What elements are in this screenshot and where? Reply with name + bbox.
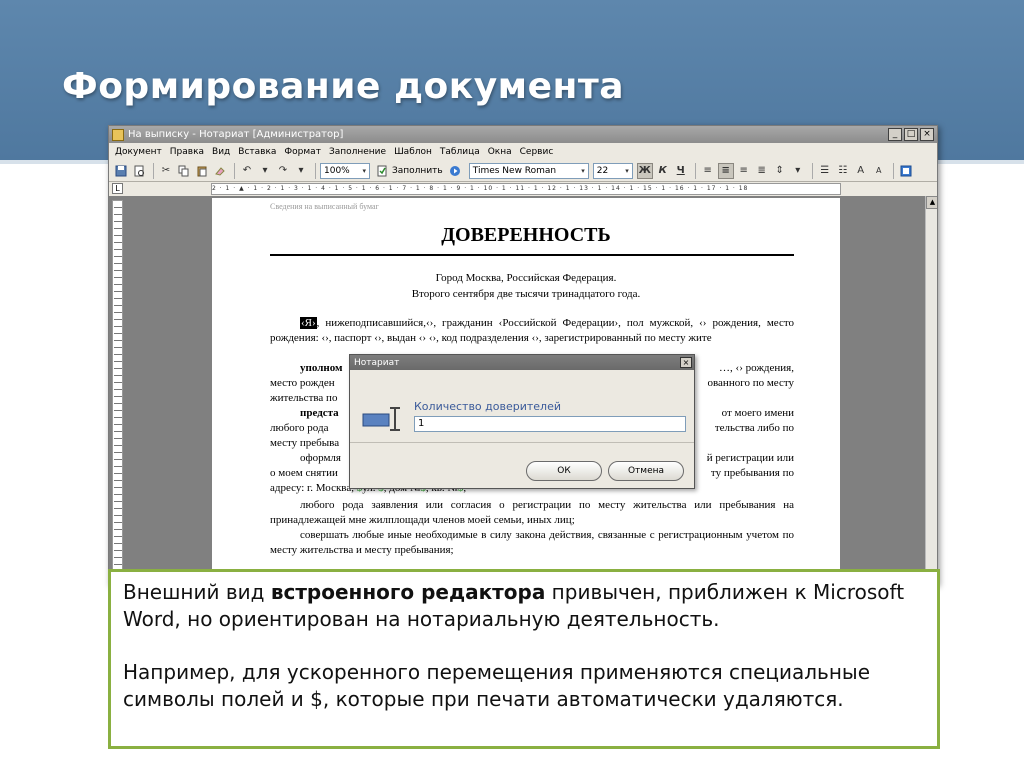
app-window: На выписку - Нотариат [Администратор] _ … [108, 125, 938, 585]
selected-field-marker[interactable]: ‹Я› [300, 317, 317, 329]
menu-format[interactable]: Формат [284, 147, 321, 157]
bold-button[interactable]: Ж [636, 162, 653, 179]
document-title-rule [270, 254, 794, 256]
window-titlebar[interactable]: На выписку - Нотариат [Администратор] _ … [109, 126, 937, 143]
toolbar-separator [892, 162, 894, 179]
caption-paragraph-2: Например, для ускоренного перемещения пр… [123, 660, 871, 711]
align-right-icon[interactable]: ≡ [736, 163, 752, 179]
menu-table[interactable]: Таблица [440, 147, 480, 157]
vertical-ruler[interactable] [112, 200, 123, 584]
print-preview-icon[interactable] [131, 163, 147, 179]
font-shrink-icon[interactable]: A [871, 163, 887, 179]
window-title: На выписку - Нотариат [Администратор] [128, 129, 344, 140]
vertical-scrollbar[interactable]: ▲ [925, 196, 937, 584]
chevron-down-icon: ▾ [625, 166, 629, 175]
numbered-list-icon[interactable]: ☷ [835, 163, 851, 179]
toolbar: ✂ ↶ ▾ ↷ ▾ 100% ▾ Заполнить Times New Rom… [109, 160, 937, 182]
app-icon [112, 128, 124, 141]
align-left-icon[interactable]: ≡ [700, 163, 716, 179]
dialog-titlebar[interactable]: Нотариат × [350, 355, 694, 370]
menu-windows[interactable]: Окна [488, 147, 512, 157]
document-paragraph-1-text: , нижеподписавшийся,‹›, гражданин ‹Росси… [270, 317, 794, 344]
font-name-value: Times New Roman [472, 165, 557, 176]
zoom-select[interactable]: 100% ▾ [320, 162, 370, 179]
slide: Формирование документа На выписку - Нота… [0, 0, 1024, 768]
copy-icon[interactable] [176, 163, 192, 179]
play-icon[interactable] [447, 163, 463, 179]
document-city-line: Город Москва, Российская Федерация. [435, 272, 617, 284]
menu-view[interactable]: Вид [212, 147, 230, 157]
chevron-down-icon: ▾ [581, 166, 585, 175]
caption-text: Внешний вид [123, 580, 271, 604]
document-hint: Сведения на выписанный бумаг [270, 202, 379, 211]
trustor-count-input[interactable]: 1 [414, 416, 686, 432]
save-icon[interactable] [113, 163, 129, 179]
caption-box: Внешний вид встроенного редактора привыч… [108, 569, 940, 749]
menu-fill[interactable]: Заполнение [329, 147, 386, 157]
paste-icon[interactable] [194, 163, 210, 179]
chevron-down-icon[interactable]: ▾ [790, 163, 806, 179]
font-name-select[interactable]: Times New Roman ▾ [468, 162, 589, 179]
slide-title: Формирование документа [62, 66, 625, 107]
dialog-divider [350, 442, 694, 443]
redo-icon[interactable]: ↷ [275, 163, 291, 179]
zoom-value: 100% [324, 165, 350, 176]
dialog-close-button[interactable]: × [680, 357, 692, 368]
text-input-icon [362, 407, 400, 431]
dialog-title: Нотариат [354, 357, 400, 368]
menubar: Документ Правка Вид Вставка Формат Запол… [109, 143, 937, 160]
menu-template[interactable]: Шаблон [394, 147, 432, 157]
menu-edit[interactable]: Правка [170, 147, 204, 157]
ruler-row: L 2 · 1 · ▲ · 1 · 2 · 1 · 3 · 1 · 4 · 1 … [109, 182, 937, 196]
cancel-button[interactable]: Отмена [608, 461, 684, 481]
font-grow-icon[interactable]: A [853, 163, 869, 179]
minimize-button[interactable]: _ [888, 128, 902, 141]
chevron-down-icon[interactable]: ▾ [293, 163, 309, 179]
menu-document[interactable]: Документ [115, 147, 162, 157]
font-size-value: 22 [596, 165, 609, 176]
toolbar-separator [694, 162, 696, 179]
address-prefix: адресу: г. Москва, [270, 482, 354, 494]
document-date-line: Второго сентября две тысячи тринадцатого… [411, 288, 641, 300]
document-paragraph-6: совершать любые иные необходимые в силу … [270, 529, 794, 556]
menu-service[interactable]: Сервис [520, 147, 554, 157]
chevron-down-icon: ▾ [362, 166, 366, 175]
bullet-list-icon[interactable]: ☰ [817, 163, 833, 179]
font-size-select[interactable]: 22 ▾ [592, 162, 633, 179]
toolbar-separator [153, 162, 154, 179]
scroll-up-icon[interactable]: ▲ [926, 196, 937, 209]
menu-insert[interactable]: Вставка [238, 147, 276, 157]
horizontal-ruler[interactable]: 2 · 1 · ▲ · 1 · 2 · 1 · 3 · 1 · 4 · 1 · … [211, 183, 841, 195]
chevron-down-icon[interactable]: ▾ [257, 163, 273, 179]
align-justify-icon[interactable]: ≣ [754, 163, 770, 179]
fill-icon[interactable] [374, 163, 390, 179]
caption-paragraph-1: Внешний вид встроенного редактора привыч… [123, 579, 925, 633]
toolbar-separator [234, 162, 235, 179]
underline-button[interactable]: Ч [673, 163, 689, 179]
toolbar-separator [315, 162, 316, 179]
document-paragraph-5: любого рода заявления или согласия о рег… [270, 499, 794, 526]
toolbar-separator [811, 162, 813, 179]
properties-icon[interactable] [898, 163, 914, 179]
cut-icon[interactable]: ✂ [158, 163, 174, 179]
italic-button[interactable]: К [655, 163, 671, 179]
caption-emphasis: встроенного редактора [270, 580, 546, 604]
notariat-dialog: Нотариат × Количество доверителей 1 ОК О… [349, 354, 695, 489]
tab-stop-selector[interactable]: L [112, 183, 123, 194]
line-spacing-icon[interactable]: ⇕ [772, 163, 788, 179]
dialog-body: Количество доверителей 1 ОК Отмена [350, 370, 694, 488]
align-center-icon[interactable]: ≡ [717, 162, 734, 179]
vertical-ruler-ticks [114, 201, 122, 584]
fill-button-label[interactable]: Заполнить [392, 166, 443, 176]
clear-icon[interactable] [212, 163, 228, 179]
document-title: ДОВЕРЕННОСТЬ [441, 224, 611, 246]
ok-button[interactable]: ОК [526, 461, 602, 481]
maximize-button[interactable]: □ [904, 128, 918, 141]
close-button[interactable]: × [920, 128, 934, 141]
trustor-count-label: Количество доверителей [414, 400, 561, 413]
undo-icon[interactable]: ↶ [239, 163, 255, 179]
